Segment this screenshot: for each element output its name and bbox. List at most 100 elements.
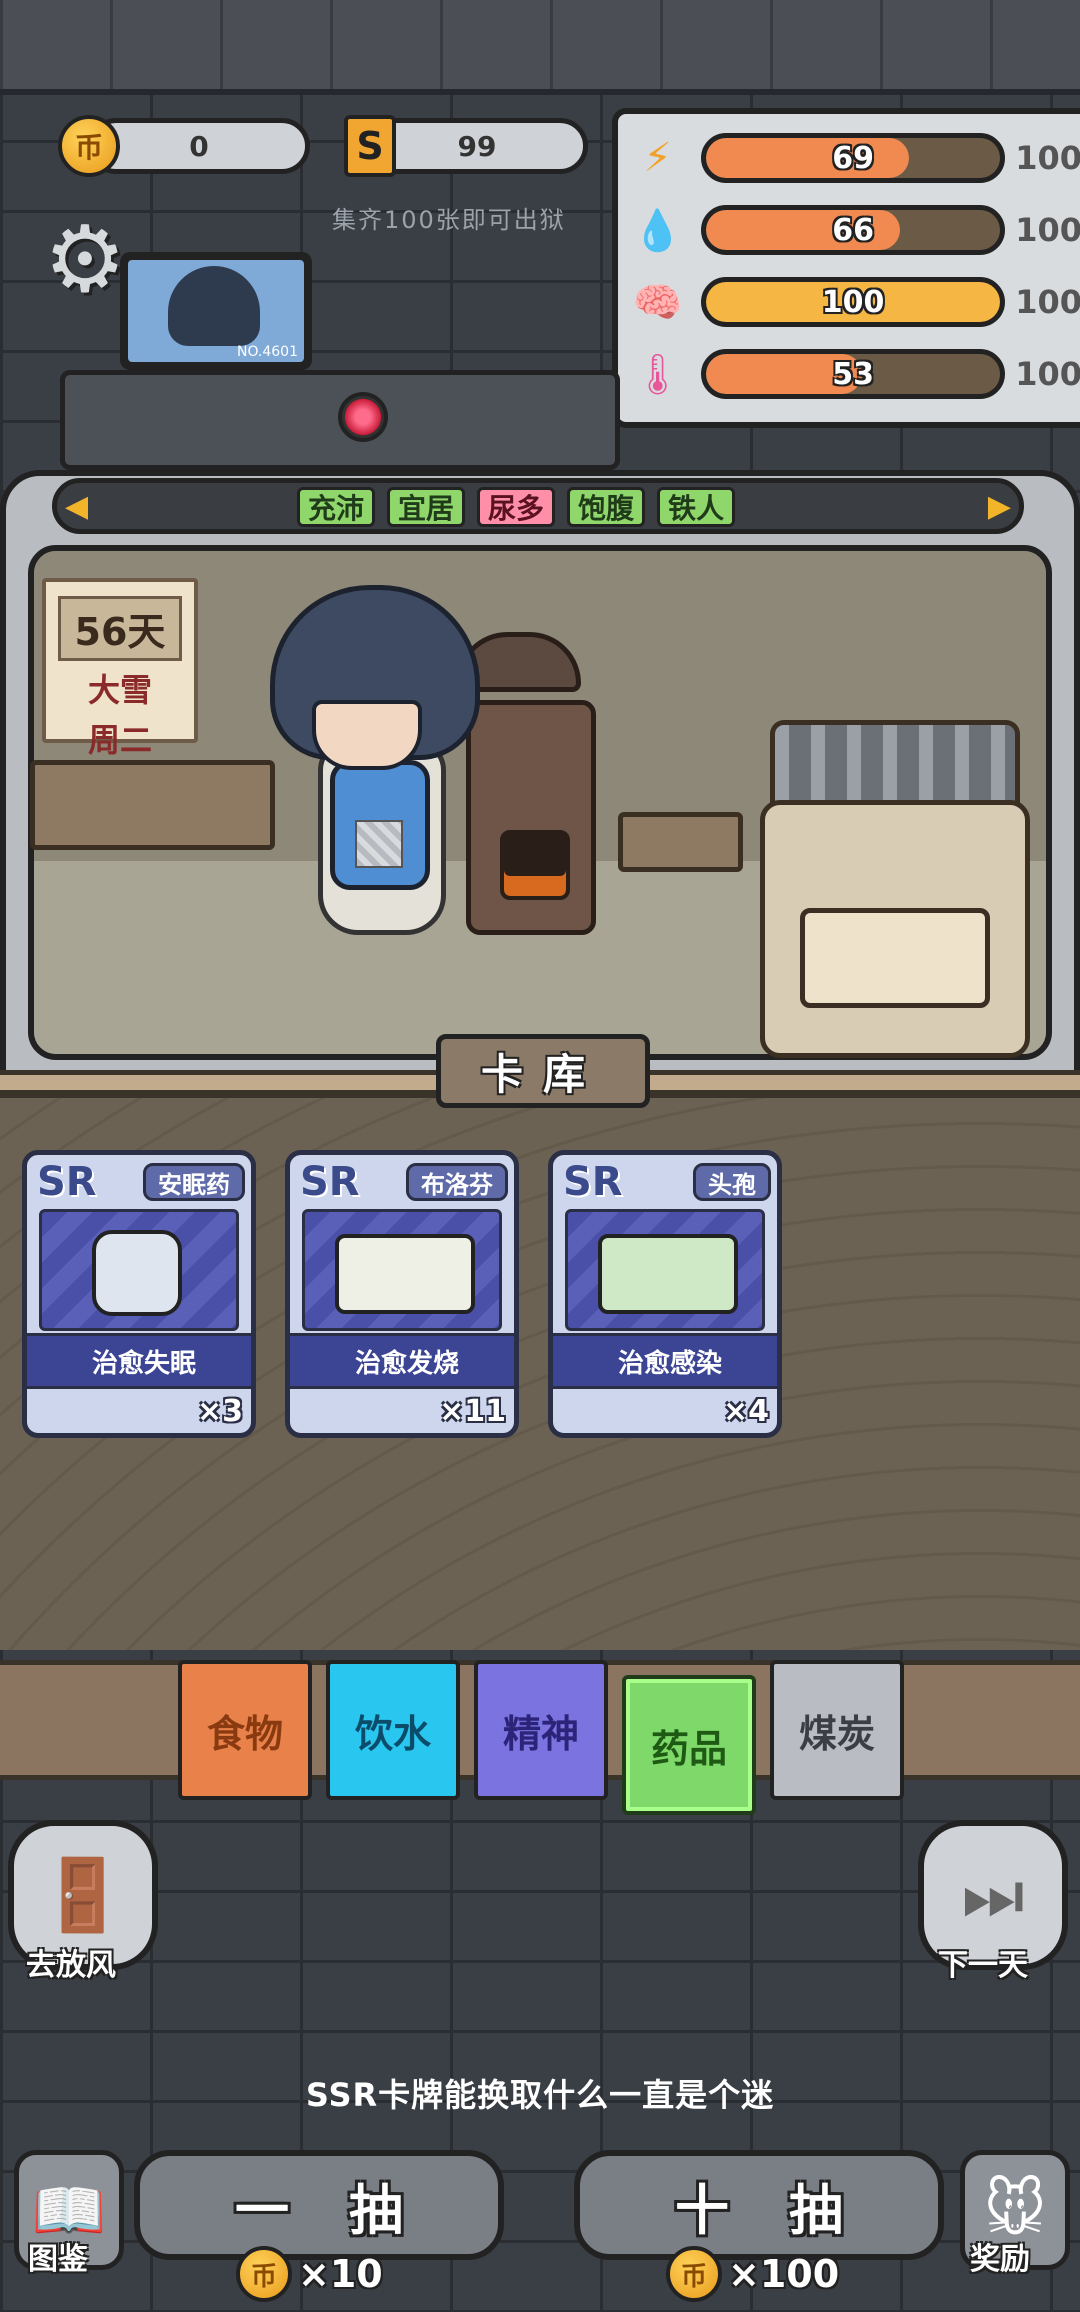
ceiling bbox=[0, 0, 1080, 95]
card-count: ×11 bbox=[439, 1394, 506, 1429]
card-rank: SR bbox=[37, 1159, 97, 1205]
card-art bbox=[302, 1209, 502, 1331]
draw-ten-cost: 币 ×100 bbox=[666, 2246, 839, 2302]
lightning-icon: ⚡ bbox=[643, 135, 672, 181]
bed-headboard bbox=[770, 720, 1020, 810]
status-panel: ⚡ 69 100 💧 66 100 🧠 100 100 🌡 53 100 bbox=[612, 108, 1080, 428]
tab-coal[interactable]: 煤炭 bbox=[770, 1660, 904, 1800]
trait-tag[interactable]: 宜居 bbox=[387, 487, 466, 527]
calendar: 56天 大雪 周二 bbox=[42, 578, 198, 759]
card-name: 头孢 bbox=[693, 1163, 771, 1201]
coin-glyph: 币 bbox=[74, 131, 103, 164]
card-count: ×4 bbox=[722, 1394, 769, 1429]
gear-icon[interactable]: ⚙ bbox=[40, 214, 130, 306]
antibiotic-box-icon bbox=[598, 1234, 738, 1314]
prisoner-monitor: NO.4601 bbox=[120, 252, 312, 370]
tags-right-arrow-icon[interactable]: ▶ bbox=[988, 489, 1011, 524]
codex-label: 图鉴 bbox=[28, 2242, 88, 2277]
card-sleeping-pill[interactable]: SR 安眠药 治愈失眠 ×3 bbox=[22, 1150, 256, 1438]
door-icon: 🚪 bbox=[39, 1853, 127, 1936]
skip-forward-icon: ⏭ bbox=[961, 1853, 1025, 1936]
draw-one-cost-value: ×10 bbox=[298, 2252, 383, 2296]
stat-water: 💧 66 100 bbox=[632, 200, 1080, 260]
escape-hint: 集齐100张即可出狱 bbox=[332, 206, 566, 234]
wooden-stool bbox=[618, 812, 743, 872]
pillow bbox=[800, 908, 990, 1008]
reward-label: 奖励 bbox=[970, 2242, 1030, 2277]
water-max: 100 bbox=[1015, 211, 1080, 249]
coin-amount: 0 bbox=[189, 129, 209, 163]
calendar-weather: 大雪 bbox=[87, 671, 152, 709]
water-bar: 66 bbox=[701, 205, 1006, 255]
spirit-bar: 100 bbox=[701, 277, 1006, 327]
tab-water[interactable]: 饮水 bbox=[326, 1660, 460, 1800]
trait-tag[interactable]: 饱腹 bbox=[567, 487, 646, 527]
spirit-max: 100 bbox=[1015, 283, 1080, 321]
tab-spirit[interactable]: 精神 bbox=[474, 1660, 608, 1800]
card-count: ×3 bbox=[196, 1394, 243, 1429]
card-effect: 治愈失眠 bbox=[27, 1333, 251, 1389]
energy-bar: 69 bbox=[701, 133, 1006, 183]
card-rank: SR bbox=[563, 1159, 623, 1205]
tab-label: 药品 bbox=[650, 1726, 727, 1771]
stove-fire bbox=[500, 830, 570, 900]
trait-tags: 充沛 宜居 尿多 饱腹 铁人 bbox=[297, 487, 736, 527]
prisoner-number: NO.4601 bbox=[236, 344, 298, 360]
temperature-max: 100 bbox=[1015, 355, 1080, 393]
card-ibuprofen[interactable]: SR 布洛芬 治愈发烧 ×11 bbox=[285, 1150, 519, 1438]
tab-medicine[interactable]: 药品 bbox=[622, 1675, 756, 1815]
card-effect: 治愈发烧 bbox=[290, 1333, 514, 1389]
tab-label: 煤炭 bbox=[798, 1711, 875, 1756]
energy-value: 69 bbox=[832, 140, 874, 176]
spirit-value: 100 bbox=[821, 284, 885, 320]
energy-max: 100 bbox=[1015, 139, 1080, 177]
stat-spirit: 🧠 100 100 bbox=[632, 272, 1080, 332]
tab-label: 精神 bbox=[502, 1711, 579, 1756]
card-name: 布洛芬 bbox=[406, 1163, 508, 1201]
card-art bbox=[39, 1209, 239, 1331]
thermometer-icon: 🌡 bbox=[632, 351, 683, 398]
draw-one-cost: 币 ×10 bbox=[236, 2246, 383, 2302]
water-value: 66 bbox=[832, 212, 874, 248]
trait-tag[interactable]: 充沛 bbox=[297, 487, 376, 527]
card-cephalosporin[interactable]: SR 头孢 治愈感染 ×4 bbox=[548, 1150, 782, 1438]
brain-icon: 🧠 bbox=[632, 279, 683, 326]
card-name: 安眠药 bbox=[143, 1163, 245, 1201]
coin-counter: 0 bbox=[88, 118, 310, 174]
trait-tag-strip: ◀ 充沛 宜居 尿多 饱腹 铁人 ▶ bbox=[52, 478, 1024, 534]
draw-ten-cost-value: ×100 bbox=[728, 2252, 840, 2296]
coin-icon: 币 bbox=[58, 115, 120, 177]
censor-mosaic bbox=[355, 820, 403, 868]
card-effect: 治愈感染 bbox=[553, 1333, 777, 1389]
tip-text: SSR卡牌能换取什么一直是个迷 bbox=[305, 2076, 775, 2114]
card-rank: SR bbox=[300, 1159, 360, 1205]
go-out-label: 去放风 bbox=[26, 1948, 116, 1983]
stat-temperature: 🌡 53 100 bbox=[632, 344, 1080, 404]
trait-tag[interactable]: 铁人 bbox=[657, 487, 736, 527]
coin-icon: 币 bbox=[236, 2246, 292, 2302]
wooden-table bbox=[30, 760, 275, 850]
trait-tag[interactable]: 尿多 bbox=[477, 487, 556, 527]
card-art bbox=[565, 1209, 765, 1331]
tab-food[interactable]: 食物 bbox=[178, 1660, 312, 1800]
s-point-counter: 99 bbox=[366, 118, 588, 174]
coin-icon: 币 bbox=[666, 2246, 722, 2302]
tab-label: 饮水 bbox=[354, 1711, 431, 1756]
draw-one-button[interactable]: 一抽 bbox=[134, 2150, 504, 2260]
monitor-screen: NO.4601 bbox=[128, 260, 304, 362]
medicine-box-icon bbox=[335, 1234, 475, 1314]
temperature-value: 53 bbox=[832, 356, 874, 392]
temperature-bar: 53 bbox=[701, 349, 1006, 399]
s-point-icon: S bbox=[344, 115, 396, 177]
prisoner-face bbox=[312, 700, 422, 770]
s-point-glyph: S bbox=[356, 124, 384, 168]
pill-jar-icon bbox=[92, 1230, 182, 1316]
calendar-day: 56天 bbox=[57, 596, 183, 661]
water-drop-icon: 💧 bbox=[632, 207, 683, 254]
prisoner-portrait bbox=[168, 266, 260, 346]
calendar-weekday: 周二 bbox=[87, 721, 152, 759]
next-day-label: 下一天 bbox=[938, 1948, 1028, 1983]
tags-left-arrow-icon[interactable]: ◀ bbox=[65, 489, 88, 524]
s-point-amount: 99 bbox=[457, 129, 497, 163]
draw-ten-button[interactable]: 十抽 bbox=[574, 2150, 944, 2260]
